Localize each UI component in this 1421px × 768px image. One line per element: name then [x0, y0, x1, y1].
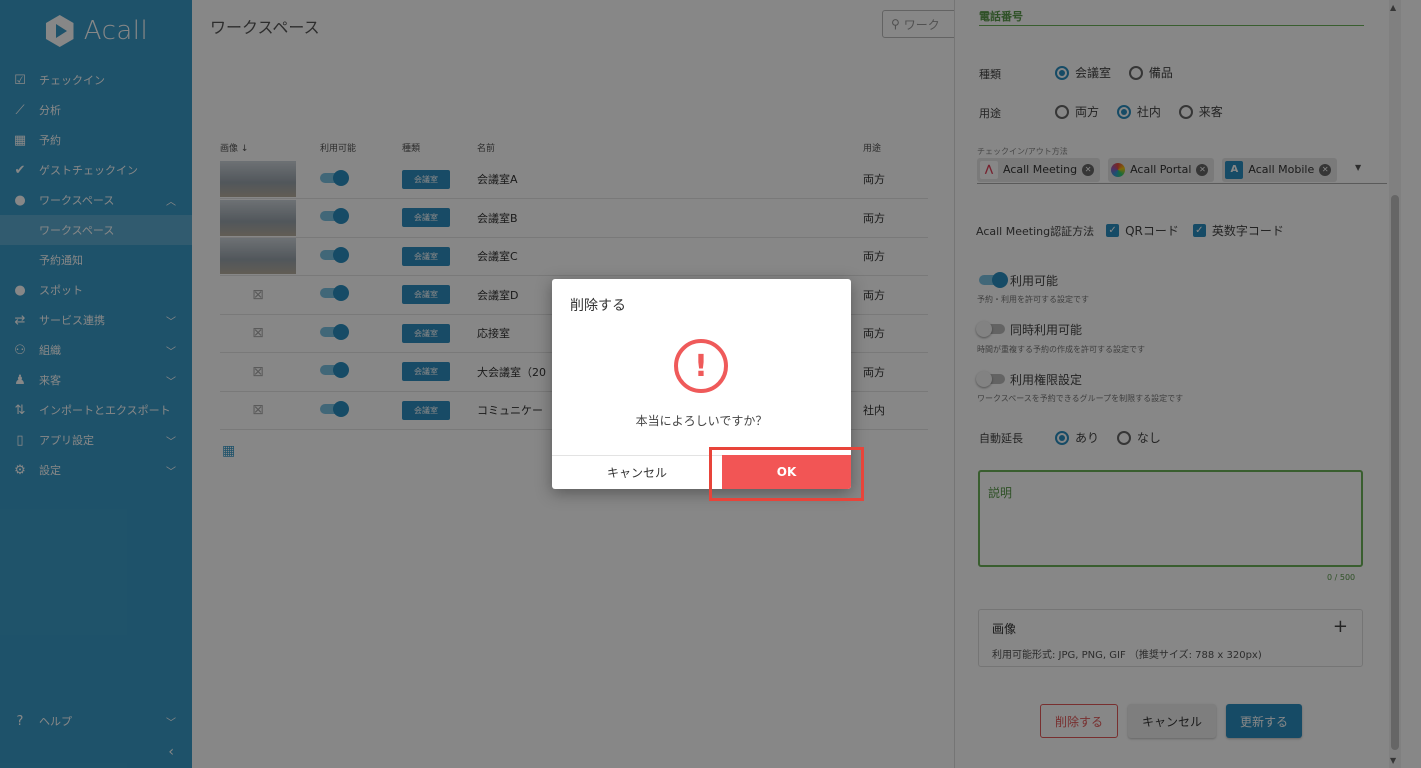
- dialog-cancel-button[interactable]: キャンセル: [552, 455, 722, 489]
- dialog-message: 本当によろしいですか？: [635, 414, 768, 428]
- exclamation-icon: !: [674, 339, 728, 393]
- highlight-box: [709, 447, 864, 501]
- dialog-title: 削除する: [570, 298, 626, 314]
